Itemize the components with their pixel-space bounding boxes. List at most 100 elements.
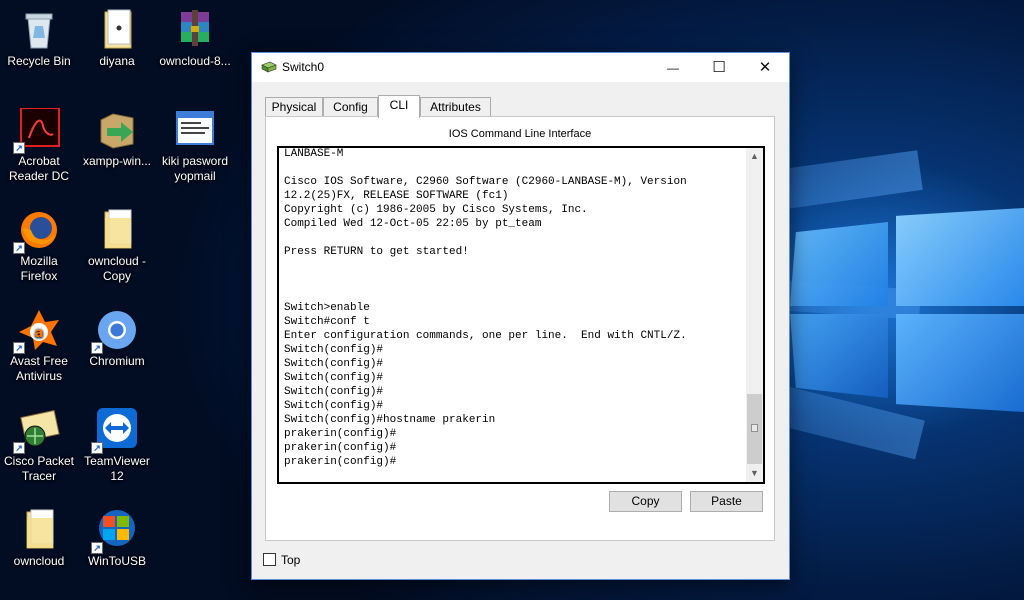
cli-line: Switch(config)# [284,386,384,398]
cli-line: Press RETURN to get started! [284,246,469,258]
desktop-icon-acrobat[interactable]: ↗ Acrobat Reader DC [0,107,78,184]
windows-logo-pane [790,314,888,398]
desktop-icon-packet-tracer[interactable]: ↗ Cisco Packet Tracer [0,408,78,484]
scroll-down-arrow-icon[interactable]: ▼ [746,465,763,482]
desktop-icon-label: xampp-win... [82,154,152,168]
teamviewer-icon: ↗ [91,408,141,454]
scroll-grip [751,424,758,432]
desktop-icon-teamviewer[interactable]: ↗ TeamViewer 12 [78,408,156,484]
cli-line: 12.2(25)FX, RELEASE SOFTWARE (fc1) [284,190,509,202]
tab-attributes[interactable]: Attributes [420,97,491,117]
xampp-installer-icon [93,108,141,152]
shortcut-arrow-icon: ↗ [13,242,25,254]
cli-line [284,287,744,301]
close-button[interactable]: ✕ [742,53,788,82]
cli-line: Copyright (c) 1986-2005 by Cisco Systems… [284,204,588,216]
cli-line: Switch>enable [284,302,370,314]
window-title: Switch0 [282,60,325,74]
desktop-icon-owncloud[interactable]: owncloud [0,508,78,569]
copy-button[interactable]: Copy [609,491,682,512]
top-checkbox-label: Top [281,553,301,567]
cli-line: Switch(config)#hostname prakerin [284,414,496,426]
cli-line: LANBASE-M [284,148,344,160]
desktop-icon-avast[interactable]: a ↗ Avast Free Antivirus [0,308,78,384]
desktop-icon-label: Avast Free Antivirus [10,354,68,383]
cli-line: Compiled Wed 12-Oct-05 22:05 by pt_team [284,218,542,230]
desktop-icon-diyana[interactable]: diyana [78,8,156,69]
wintousb-icon: ↗ [91,508,141,554]
top-checkbox[interactable] [263,553,276,566]
desktop-icon-label: owncloud-8... [159,54,231,68]
cli-line [284,259,744,273]
cli-scrollbar[interactable]: ▲ ▼ [746,148,763,482]
recycle-bin-icon [15,8,63,52]
cli-output[interactable]: LANBASE-M Cisco IOS Software, C2960 Softw… [284,148,744,469]
desktop-icon-owncloud-copy[interactable]: owncloud - Copy [78,208,156,284]
chromium-icon: ↗ [91,308,141,354]
cli-line: Switch(config)# [284,400,384,412]
desktop-icon-label: diyana [99,54,135,68]
tab-config[interactable]: Config [323,97,378,117]
cli-line: prakerin(config)# [284,442,397,454]
cli-line [284,161,744,175]
shortcut-arrow-icon: ↗ [13,342,25,354]
desktop-icon-kiki[interactable]: kiki pasword yopmail [156,108,234,184]
text-document-icon [171,108,219,152]
tab-cli[interactable]: CLI [378,95,420,118]
shortcut-arrow-icon: ↗ [91,342,103,354]
cli-line: prakerin(config)# [284,456,397,468]
scroll-thumb[interactable] [747,394,762,464]
desktop-icon-label: TeamViewer 12 [84,454,150,483]
desktop-icon-label: WinToUSB [87,554,146,568]
shortcut-arrow-icon: ↗ [91,542,103,554]
folder-icon [93,208,141,252]
desktop-icon-label: Chromium [89,354,145,368]
scroll-up-arrow-icon[interactable]: ▲ [746,148,763,165]
desktop-icon-xampp[interactable]: xampp-win... [78,108,156,169]
paste-button[interactable]: Paste [690,491,763,512]
firefox-icon: ↗ [13,208,63,254]
switch-device-icon [261,61,277,73]
close-icon: ✕ [758,59,772,76]
cli-line: Enter configuration commands, one per li… [284,330,687,342]
maximize-icon: ☐ [712,59,726,76]
cli-line [284,273,744,287]
minimize-icon: — [667,61,679,75]
cli-line: prakerin(config)# [284,428,397,440]
cli-line: Switch(config)# [284,344,384,356]
tab-physical[interactable]: Physical [265,97,323,117]
desktop-icon-label: Mozilla Firefox [20,254,58,283]
desktop-icon-label: Cisco Packet Tracer [3,454,75,483]
windows-logo-pane [790,222,888,306]
desktop-icon-label: kiki pasword yopmail [161,154,229,183]
winrar-archive-icon [171,8,219,52]
desktop-icon-wintousb[interactable]: ↗ WinToUSB [78,508,156,569]
cli-line: Switch(config)# [284,372,384,384]
acrobat-icon: ↗ [13,107,63,154]
title-bar[interactable]: Switch0 — ☐ ✕ [252,53,789,82]
minimize-button[interactable]: — [650,53,696,82]
desktop-icon-chromium[interactable]: ↗ Chromium [78,308,156,369]
cli-console[interactable]: LANBASE-M Cisco IOS Software, C2960 Softw… [277,146,765,484]
folder-icon [15,508,63,552]
windows-logo-pane [896,314,1024,412]
desktop-icon-firefox[interactable]: ↗ Mozilla Firefox [0,208,78,284]
document-icon [93,8,141,52]
switch-window[interactable]: Switch0 — ☐ ✕ Physical Config CLI Attribu… [251,52,790,580]
panel-title: IOS Command Line Interface [448,128,592,140]
svg-text:a: a [35,326,44,341]
windows-logo-pane [896,208,1024,306]
cli-panel: IOS Command Line Interface LANBASE-M Cisc… [265,116,775,541]
shortcut-arrow-icon: ↗ [13,442,25,454]
cli-line: Switch#conf t [284,316,370,328]
desktop-icon-recycle-bin[interactable]: Recycle Bin [0,8,78,69]
desktop-icon-label: owncloud - Copy [87,254,147,283]
desktop-icon-label: Acrobat Reader DC [8,154,70,183]
avast-icon: a ↗ [13,308,63,354]
cli-line: Cisco IOS Software, C2960 Software (C296… [284,176,687,188]
desktop-icon-label: owncloud [13,554,65,568]
desktop-icon-owncloud-installer[interactable]: owncloud-8... [156,8,234,69]
cli-line [284,231,744,245]
maximize-button[interactable]: ☐ [696,53,742,82]
shortcut-arrow-icon: ↗ [91,442,103,454]
